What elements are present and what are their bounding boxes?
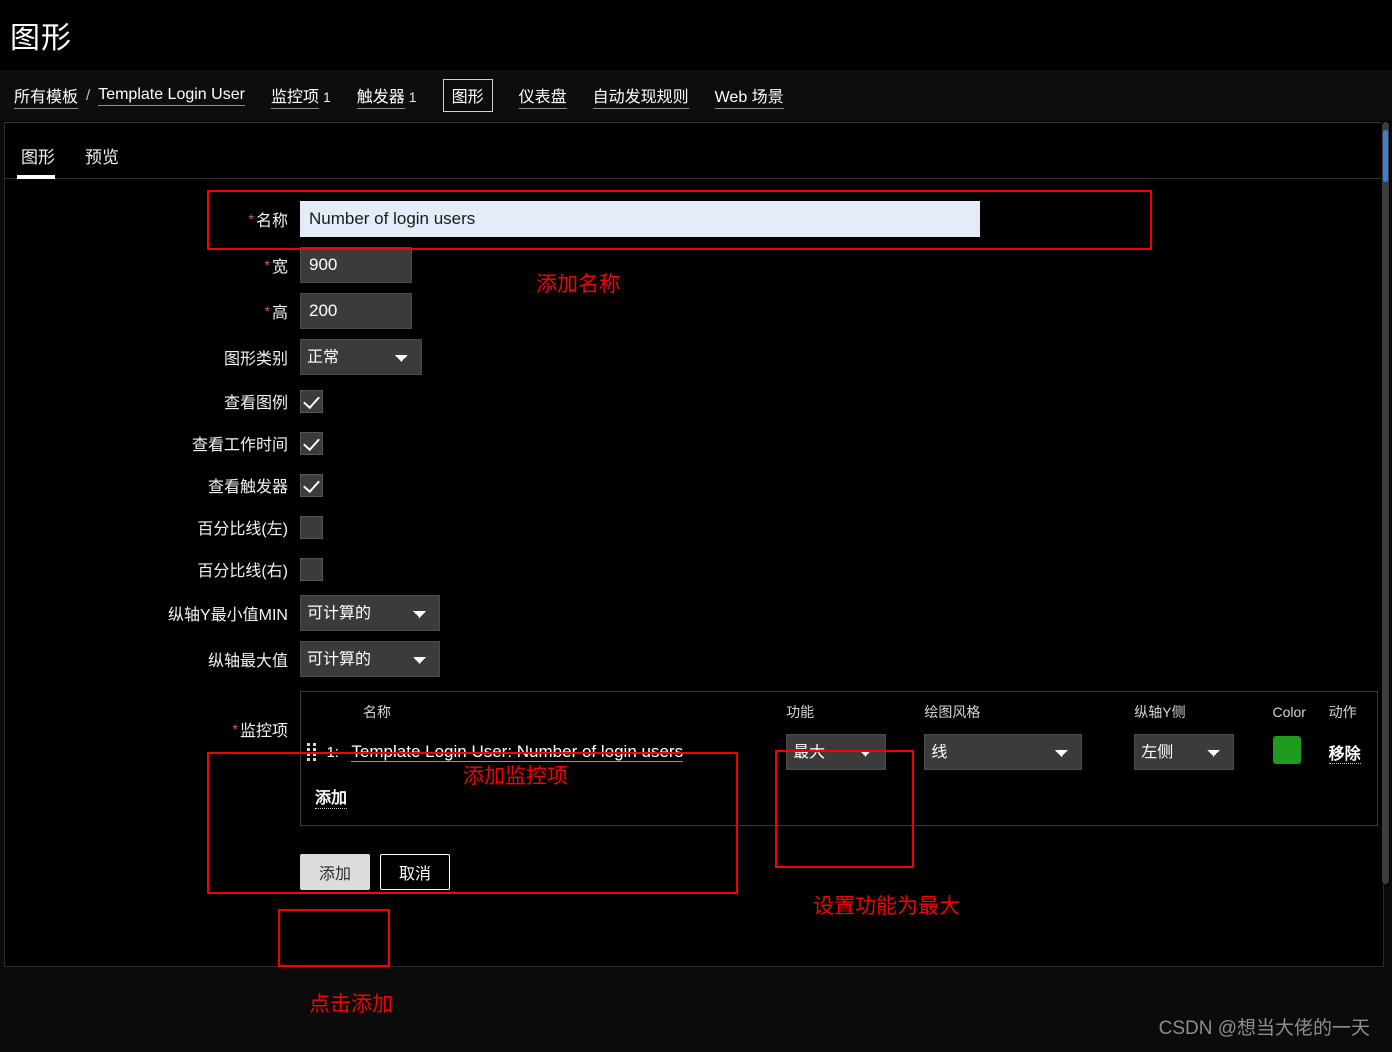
label-ymax: 纵轴最大值 bbox=[207, 653, 288, 670]
graph-form-panel: 图形 预览 *名称 *宽 *高 图形类别 正 bbox=[4, 122, 1384, 967]
col-header-action: 动作 bbox=[1328, 704, 1357, 720]
label-ymin: 纵轴Y最小值MIN bbox=[167, 607, 288, 624]
graph-type-select[interactable]: 正常 bbox=[300, 339, 422, 375]
cancel-button[interactable]: 取消 bbox=[380, 854, 451, 890]
item-name-link[interactable]: Template Login User: Number of login use… bbox=[351, 741, 684, 762]
item-draw-style-select[interactable]: 线 bbox=[924, 734, 1083, 770]
label-percentile-right: 百分比线(右) bbox=[197, 563, 288, 580]
label-name: * 名称 bbox=[248, 211, 288, 230]
items-table-body: 1: Template Login User: Number of login … bbox=[301, 730, 1377, 825]
label-items: * 监控项 bbox=[232, 721, 288, 740]
show-legend-checkbox[interactable] bbox=[300, 389, 323, 413]
form-actions: 添加 取消 bbox=[300, 854, 1383, 890]
item-remove-link[interactable]: 移除 bbox=[1328, 746, 1361, 764]
nav-item-items[interactable]: 监控项 1 bbox=[270, 83, 331, 109]
field-row-show-legend: 查看图例 bbox=[5, 385, 1383, 417]
field-row-percentile-right: 百分比线(右) bbox=[5, 553, 1383, 585]
nav-item-graphs-current[interactable]: 图形 bbox=[442, 79, 493, 112]
page-title: 图形 bbox=[10, 22, 72, 55]
item-action-cell: 移除 bbox=[1323, 730, 1377, 774]
label-show-working-time: 查看工作时间 bbox=[191, 437, 288, 454]
field-row-name: * 名称 bbox=[5, 201, 1383, 237]
show-working-time-checkbox[interactable] bbox=[300, 431, 323, 455]
annotation-text-submit: 点击添加 bbox=[309, 993, 393, 1016]
label-height: * 高 bbox=[264, 303, 288, 322]
field-row-graph-type: 图形类别 正常 bbox=[5, 339, 1383, 375]
breadcrumb: 所有模板 / Template Login User 监控项 1 触发器 1 图… bbox=[0, 70, 1392, 122]
item-name-cell: 1: Template Login User: Number of login … bbox=[301, 730, 780, 774]
field-row-ymin: 纵轴Y最小值MIN 可计算的 bbox=[5, 595, 1383, 631]
nav-count-items: 1 bbox=[322, 88, 331, 105]
percentile-left-checkbox[interactable] bbox=[300, 515, 323, 539]
percentile-right-checkbox[interactable] bbox=[300, 557, 323, 581]
field-row-width: * 宽 bbox=[5, 247, 1383, 283]
field-row-show-working-time: 查看工作时间 bbox=[5, 427, 1383, 459]
tab-preview[interactable]: 预览 bbox=[81, 143, 127, 178]
graph-width-input[interactable] bbox=[300, 247, 412, 283]
watermark: CSDN @想当大佬的一天 bbox=[1158, 1018, 1370, 1039]
vertical-scrollbar[interactable] bbox=[1381, 122, 1390, 884]
item-y-side-cell: 左侧 bbox=[1128, 730, 1266, 774]
item-color-cell bbox=[1267, 730, 1323, 774]
graph-height-input[interactable] bbox=[300, 293, 412, 329]
nav-link-web-scenarios[interactable]: Web 场景 bbox=[714, 83, 784, 109]
breadcrumb-template-name[interactable]: Template Login User bbox=[98, 86, 245, 106]
label-show-legend: 查看图例 bbox=[223, 395, 288, 412]
drag-handle-icon[interactable] bbox=[307, 743, 318, 762]
show-triggers-checkbox[interactable] bbox=[300, 473, 323, 497]
col-header-function: 功能 bbox=[786, 704, 815, 720]
required-marker: * bbox=[264, 257, 270, 273]
items-box: 名称 功能 绘图风格 纵轴Y侧 Color 动作 1: Template Log… bbox=[300, 691, 1378, 826]
items-add-cell: 添加 bbox=[301, 774, 1377, 825]
required-marker: * bbox=[232, 721, 238, 737]
items-header-row: 名称 功能 绘图风格 纵轴Y侧 Color 动作 bbox=[301, 692, 1377, 730]
field-row-ymax: 纵轴最大值 可计算的 bbox=[5, 641, 1383, 677]
col-header-draw-style: 绘图风格 bbox=[924, 704, 981, 720]
submit-button[interactable]: 添加 bbox=[300, 854, 371, 890]
breadcrumb-separator: / bbox=[86, 87, 91, 104]
field-row-height: * 高 bbox=[5, 293, 1383, 329]
item-y-side-select[interactable]: 左侧 bbox=[1134, 734, 1235, 770]
col-header-name: 名称 bbox=[363, 704, 391, 720]
label-width: * 宽 bbox=[264, 257, 288, 276]
table-row: 1: Template Login User: Number of login … bbox=[301, 730, 1377, 774]
label-graph-type: 图形类别 bbox=[223, 351, 288, 368]
label-show-triggers: 查看触发器 bbox=[207, 479, 288, 496]
graph-form: *名称 *宽 *高 图形类别 正常 查看图例 bbox=[5, 179, 1383, 890]
scrollbar-thumb[interactable] bbox=[1383, 130, 1388, 182]
nav-link-triggers[interactable]: 触发器 bbox=[356, 83, 405, 109]
field-row-percentile-left: 百分比线(左) bbox=[5, 511, 1383, 543]
graph-name-input[interactable] bbox=[300, 201, 980, 237]
ymin-select[interactable]: 可计算的 bbox=[300, 595, 440, 631]
items-table: 名称 功能 绘图风格 纵轴Y侧 Color 动作 1: Template Log… bbox=[301, 692, 1377, 825]
field-row-items: * 监控项 名称 功能 绘图风格 纵轴Y侧 Color 动作 1: Templa… bbox=[5, 691, 1383, 826]
col-header-color: Color bbox=[1272, 704, 1306, 720]
page-title-bar: 图形 bbox=[0, 0, 1392, 70]
required-marker: * bbox=[264, 303, 270, 319]
tab-graph[interactable]: 图形 bbox=[17, 143, 63, 179]
nav-count-triggers: 1 bbox=[408, 88, 417, 105]
nav-link-items[interactable]: 监控项 bbox=[270, 83, 319, 109]
item-color-swatch[interactable] bbox=[1272, 735, 1301, 764]
items-add-row: 添加 bbox=[301, 774, 1377, 825]
items-table-head: 名称 功能 绘图风格 纵轴Y侧 Color 动作 bbox=[301, 692, 1377, 730]
item-function-select[interactable]: 最大 bbox=[786, 734, 887, 770]
breadcrumb-all-templates[interactable]: 所有模板 bbox=[14, 83, 79, 109]
required-marker: * bbox=[248, 211, 254, 227]
label-percentile-left: 百分比线(左) bbox=[197, 521, 288, 538]
items-add-link[interactable]: 添加 bbox=[315, 784, 348, 809]
nav-link-discovery-rules[interactable]: 自动发现规则 bbox=[592, 83, 689, 109]
item-draw-style-cell: 线 bbox=[918, 730, 1128, 774]
nav-link-dashboards[interactable]: 仪表盘 bbox=[518, 83, 567, 109]
tab-strip: 图形 预览 bbox=[5, 123, 1383, 179]
nav-item-triggers[interactable]: 触发器 1 bbox=[356, 83, 417, 109]
ymax-select[interactable]: 可计算的 bbox=[300, 641, 440, 677]
item-function-cell: 最大 bbox=[780, 730, 918, 774]
scrollbar-track[interactable] bbox=[1382, 122, 1389, 884]
field-row-show-triggers: 查看触发器 bbox=[5, 469, 1383, 501]
item-index: 1: bbox=[326, 743, 339, 761]
col-header-y-side: 纵轴Y侧 bbox=[1134, 704, 1186, 720]
